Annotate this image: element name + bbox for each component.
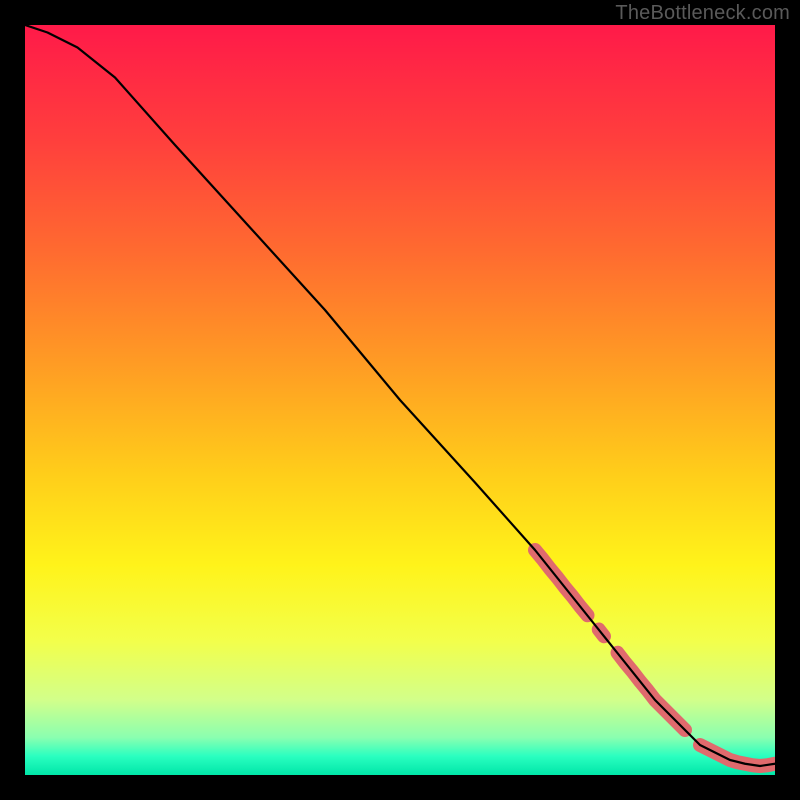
watermark-text: TheBottleneck.com xyxy=(615,2,790,25)
bottleneck-chart xyxy=(25,25,775,775)
plot-area xyxy=(25,25,775,775)
chart-stage: TheBottleneck.com xyxy=(0,0,800,800)
